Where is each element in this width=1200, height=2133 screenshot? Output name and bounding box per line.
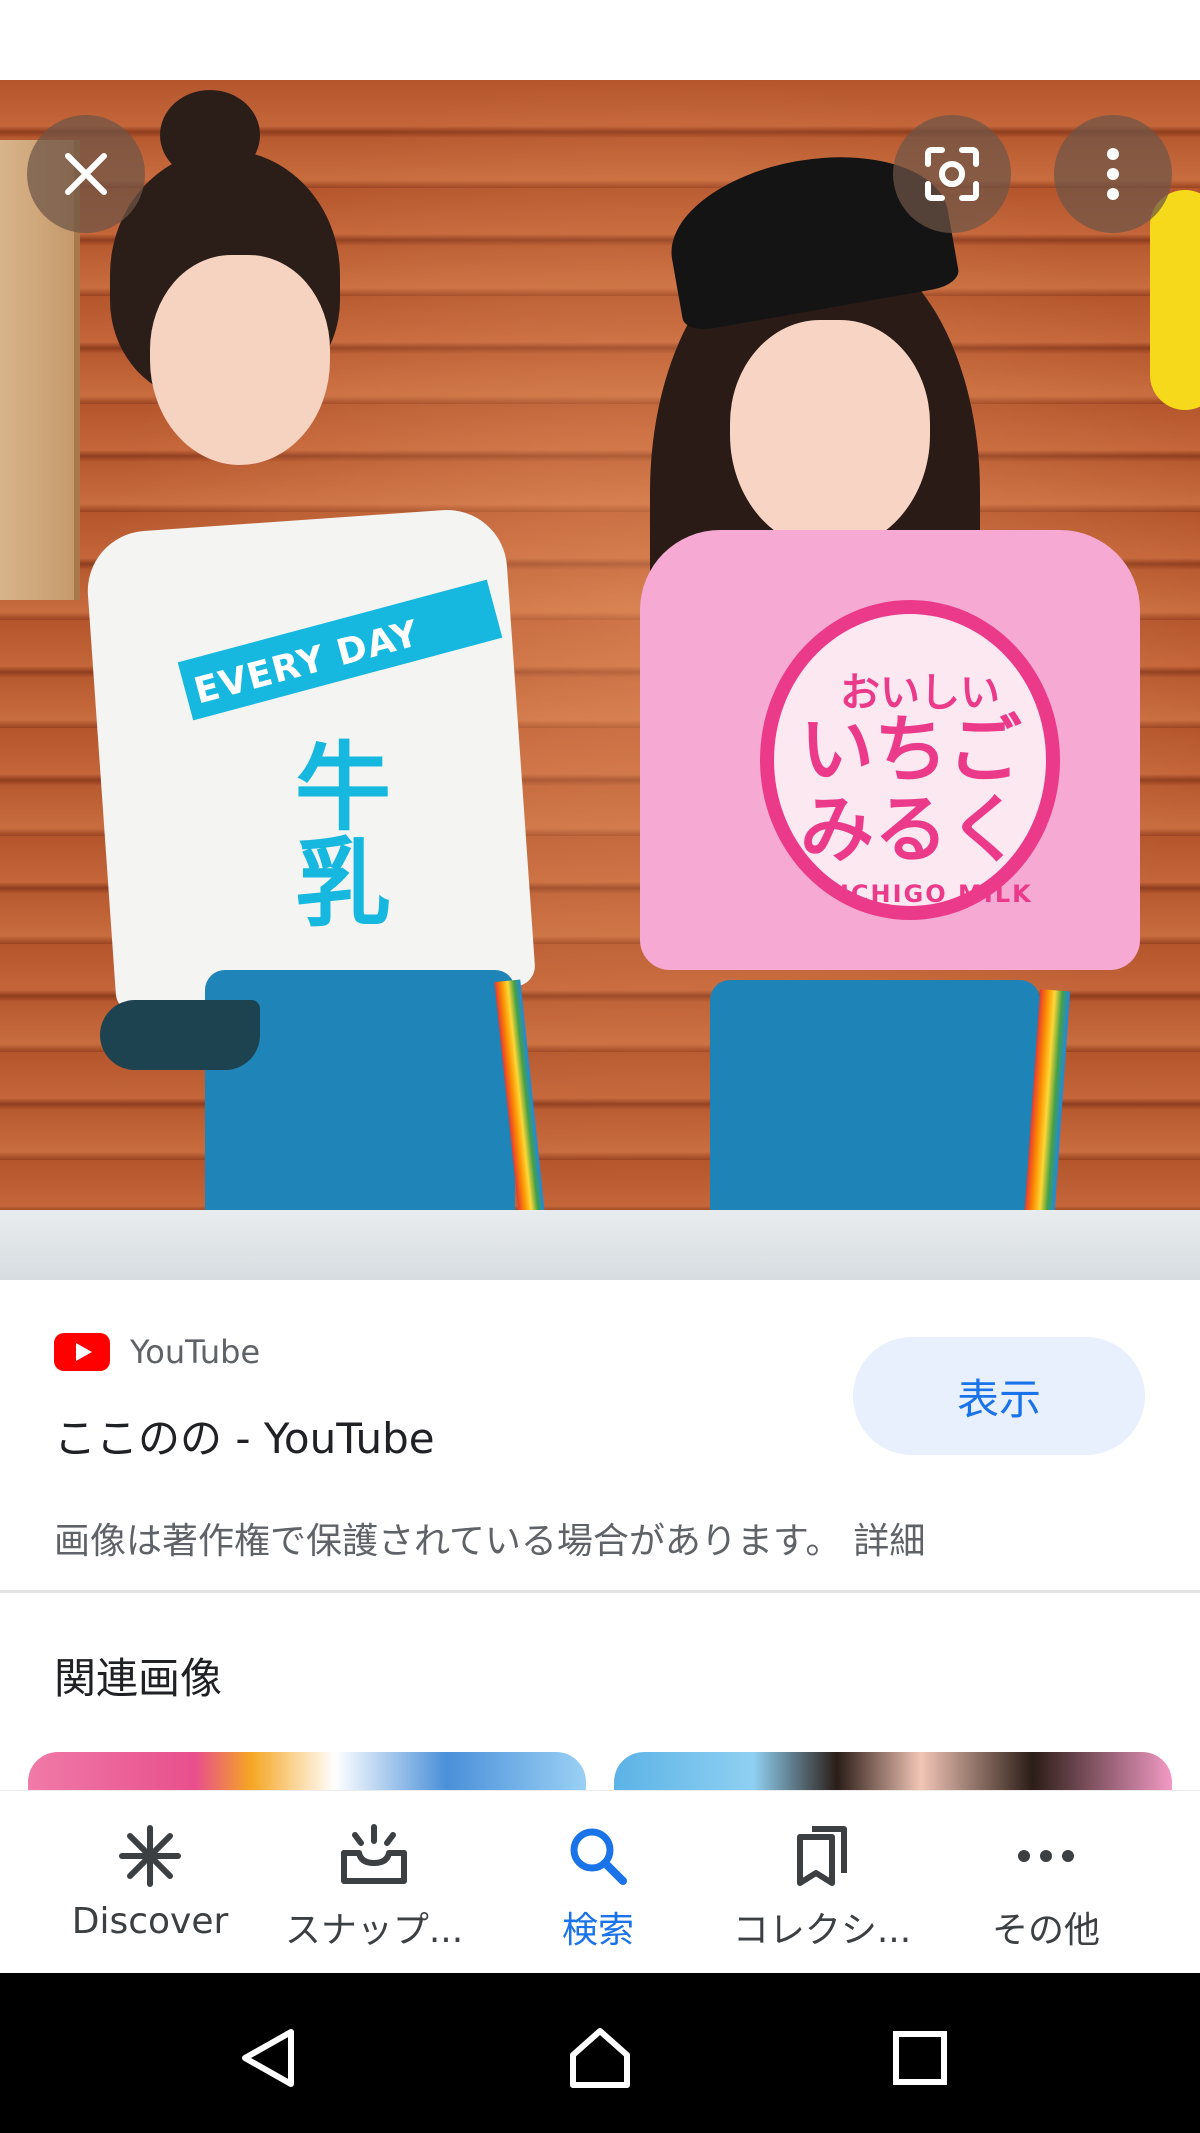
copyright-notice: 画像は著作権で保護されている場合があります。 詳細	[54, 1512, 925, 1564]
floor	[0, 1210, 1200, 1280]
nav-label: コレクシ...	[732, 1910, 912, 1951]
shirt-right-sub-text: ICHIGO MILK	[840, 880, 1033, 908]
girl-left: EVERY DAY 牛乳	[80, 80, 600, 1280]
nav-item-more[interactable]: その他	[934, 1791, 1158, 1974]
more-vert-icon	[1107, 148, 1119, 200]
collections-icon	[797, 1826, 847, 1886]
related-image-thumbnail[interactable]	[28, 1752, 586, 1792]
girl-right: おいしい いちご みるく ICHIGO MILK	[600, 80, 1200, 1280]
copyright-text: 画像は著作権で保護されている場合があります。	[54, 1521, 842, 1562]
back-button[interactable]	[234, 2023, 304, 2093]
close-icon	[65, 153, 107, 195]
recents-button[interactable]	[885, 2023, 955, 2093]
shirt-left-text: 牛乳	[295, 732, 391, 940]
back-icon	[242, 2029, 294, 2087]
result-info-panel: YouTube ここのの - YouTube 表示 画像は著作権で保護されている…	[0, 1280, 1200, 1590]
nav-item-collections[interactable]: コレクシ...	[710, 1791, 934, 1974]
related-images-heading: 関連画像	[54, 1654, 223, 1703]
youtube-icon	[54, 1333, 110, 1371]
more-horiz-icon	[1018, 1850, 1074, 1862]
snapshot-icon	[341, 1824, 407, 1884]
related-image-thumbnail[interactable]	[614, 1752, 1172, 1792]
source-name: YouTube	[130, 1333, 261, 1371]
section-divider	[0, 1590, 1200, 1593]
close-button[interactable]	[27, 115, 145, 233]
bottom-navigation: Discover スナップ... 検索 コレクシ... その他	[0, 1790, 1200, 1973]
asterisk-icon	[119, 1825, 181, 1887]
image-preview[interactable]: EVERY DAY 牛乳 おいしい いちご みるく ICHIGO MILK	[0, 80, 1200, 1280]
nav-label: 検索	[561, 1910, 634, 1951]
nav-label: スナップ...	[284, 1910, 464, 1951]
nav-label: その他	[991, 1910, 1100, 1951]
home-button[interactable]	[565, 2023, 635, 2093]
nav-item-snapshot[interactable]: スナップ...	[262, 1791, 486, 1974]
nav-item-search[interactable]: 検索	[486, 1791, 710, 1974]
view-button[interactable]: 表示	[853, 1337, 1145, 1455]
nav-item-discover[interactable]: Discover	[38, 1791, 262, 1974]
source-row[interactable]: YouTube	[54, 1332, 260, 1372]
more-options-button[interactable]	[1054, 115, 1172, 233]
lens-search-button[interactable]	[893, 115, 1011, 233]
search-icon	[570, 1828, 627, 1885]
system-navigation-bar	[0, 1973, 1200, 2133]
result-title[interactable]: ここのの - YouTube	[54, 1405, 435, 1466]
shirt-right-big-text: いちご みるく	[800, 707, 1022, 873]
home-icon	[570, 2028, 630, 2088]
lens-icon	[925, 147, 979, 201]
details-link[interactable]: 詳細	[853, 1521, 925, 1562]
recents-icon	[893, 2031, 947, 2085]
nav-label: Discover	[71, 1901, 229, 1942]
